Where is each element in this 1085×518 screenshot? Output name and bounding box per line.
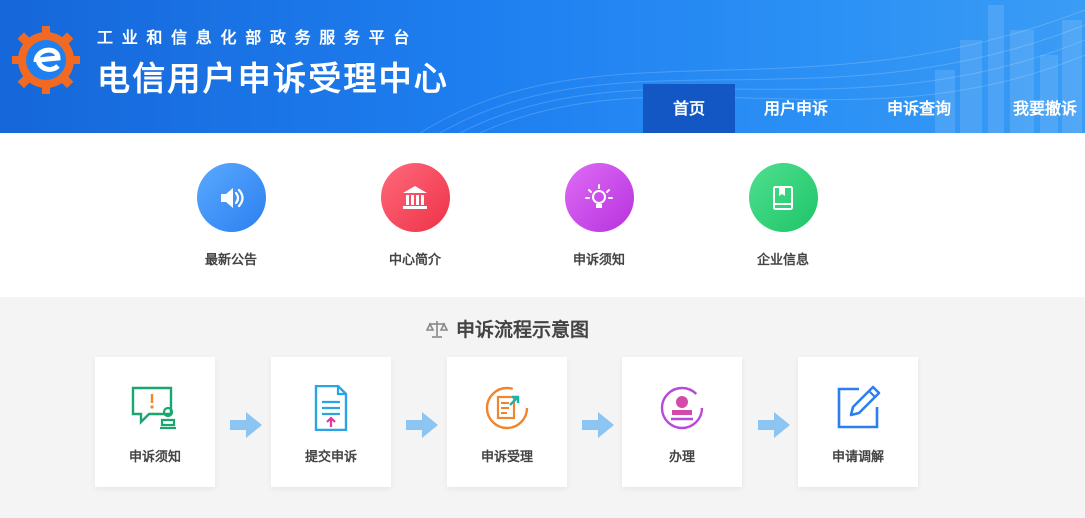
book-icon (748, 163, 818, 232)
nav-withdraw-complaint[interactable]: 我要撤诉 (981, 84, 1085, 133)
process-step-notice[interactable]: 申诉须知 (95, 357, 215, 487)
quick-link-label: 企业信息 (756, 253, 809, 268)
process-heading: 申诉流程示意图 (0, 315, 1015, 344)
process-step-submit[interactable]: 提交申诉 (271, 357, 391, 487)
quick-link-center-intro[interactable]: 中心简介 (360, 163, 470, 268)
nav-user-complaint[interactable]: 用户申诉 (735, 84, 857, 133)
institution-icon (380, 163, 450, 232)
process-step-accept[interactable]: 申诉受理 (447, 357, 567, 487)
nav-complaint-query[interactable]: 申诉查询 (857, 84, 981, 133)
quick-link-enterprise-info[interactable]: 企业信息 (728, 163, 838, 268)
process-step-mediation[interactable]: 申请调解 (798, 357, 918, 487)
nav-home[interactable]: 首页 (643, 84, 735, 133)
notice-chat-icon (131, 386, 176, 430)
process-step-label: 申诉受理 (480, 450, 533, 465)
edit-icon (837, 385, 881, 429)
site-title: 电信用户申诉受理中心 (97, 59, 449, 98)
document-upload-icon (314, 385, 348, 431)
stamp-icon (660, 386, 704, 430)
main-nav: 首页 用户申诉 申诉查询 我要撤诉 (643, 84, 1085, 133)
process-step-handle[interactable]: 办理 (622, 357, 742, 487)
process-step-label: 申诉须知 (128, 450, 181, 465)
logo-icon (12, 26, 80, 94)
arrow-right-icon (758, 412, 790, 438)
lightbulb-icon (564, 163, 634, 232)
process-step-label: 申请调解 (831, 450, 884, 465)
speaker-icon (196, 163, 266, 232)
arrow-right-icon (406, 412, 438, 438)
arrow-right-icon (230, 412, 262, 438)
arrow-right-icon (582, 412, 614, 438)
process-step-label: 提交申诉 (304, 450, 357, 465)
document-accept-icon (485, 386, 529, 430)
header-banner: 工业和信息化部政务服务平台 电信用户申诉受理中心 首页 用户申诉 申诉查询 我要… (0, 0, 1085, 133)
quick-link-label: 最新公告 (204, 253, 257, 268)
process-step-label: 办理 (668, 450, 695, 465)
quick-links: 最新公告 中心简介 申诉须知 企业信息 (0, 133, 1085, 297)
quick-link-label: 中心简介 (388, 253, 441, 268)
scale-icon (425, 319, 449, 344)
quick-link-label: 申诉须知 (572, 253, 625, 268)
process-title: 申诉流程示意图 (455, 319, 589, 341)
site-subtitle: 工业和信息化部政务服务平台 (97, 28, 419, 47)
quick-link-complaint-notice[interactable]: 申诉须知 (544, 163, 654, 268)
quick-link-announcements[interactable]: 最新公告 (176, 163, 286, 268)
